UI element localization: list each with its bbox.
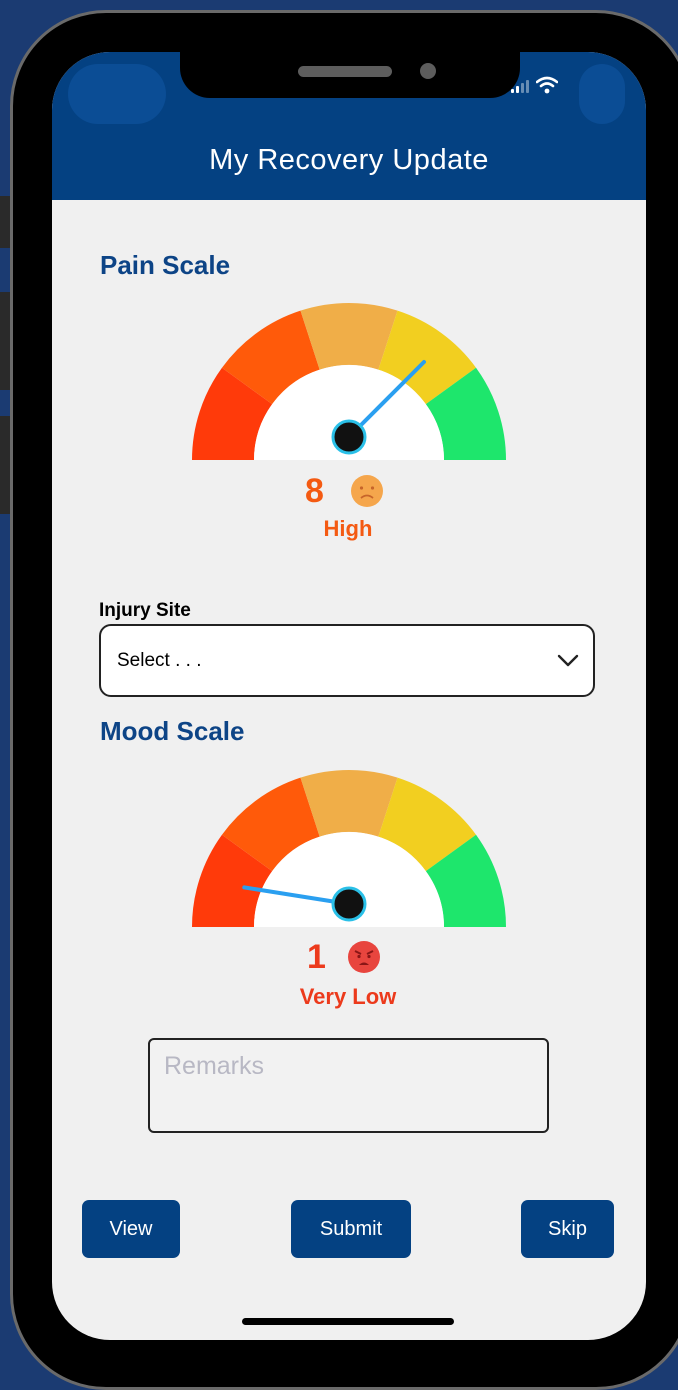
home-indicator <box>242 1318 454 1325</box>
injury-site-select[interactable]: Select . . . <box>99 624 595 697</box>
gauge-pivot <box>331 419 367 455</box>
pain-level-label: High <box>323 516 373 541</box>
pain-scale-title: Pain Scale <box>100 250 231 280</box>
speaker-grille <box>298 66 392 77</box>
skip-button[interactable]: Skip <box>521 1200 614 1258</box>
status-bar-right <box>579 64 625 124</box>
mood-level-label: Very Low <box>299 984 397 1009</box>
angry-face-icon <box>348 941 380 973</box>
injury-site-value: Select . . . <box>117 650 202 671</box>
submit-button[interactable]: Submit <box>291 1200 411 1258</box>
view-button[interactable]: View <box>82 1200 180 1258</box>
chevron-down-icon <box>557 654 579 667</box>
mood-value: 1 <box>307 938 326 976</box>
gauge-pivot <box>331 886 367 922</box>
device-notch <box>180 52 520 98</box>
status-bar-left <box>68 64 166 124</box>
app-header: My Recovery Update <box>52 52 646 200</box>
mood-scale-title: Mood Scale <box>100 716 245 746</box>
pain-value: 8 <box>305 472 324 510</box>
remarks-field[interactable] <box>148 1038 549 1133</box>
mood-gauge[interactable] <box>192 769 506 931</box>
sad-face-icon <box>351 475 383 507</box>
front-camera <box>420 63 436 79</box>
injury-site-label: Injury Site <box>99 600 191 621</box>
app-screen: My Recovery Update Pain Scale 8 High Inj… <box>52 52 646 1340</box>
pain-gauge[interactable] <box>192 302 506 464</box>
wifi-icon <box>536 76 558 94</box>
page-title: My Recovery Update <box>209 144 489 176</box>
